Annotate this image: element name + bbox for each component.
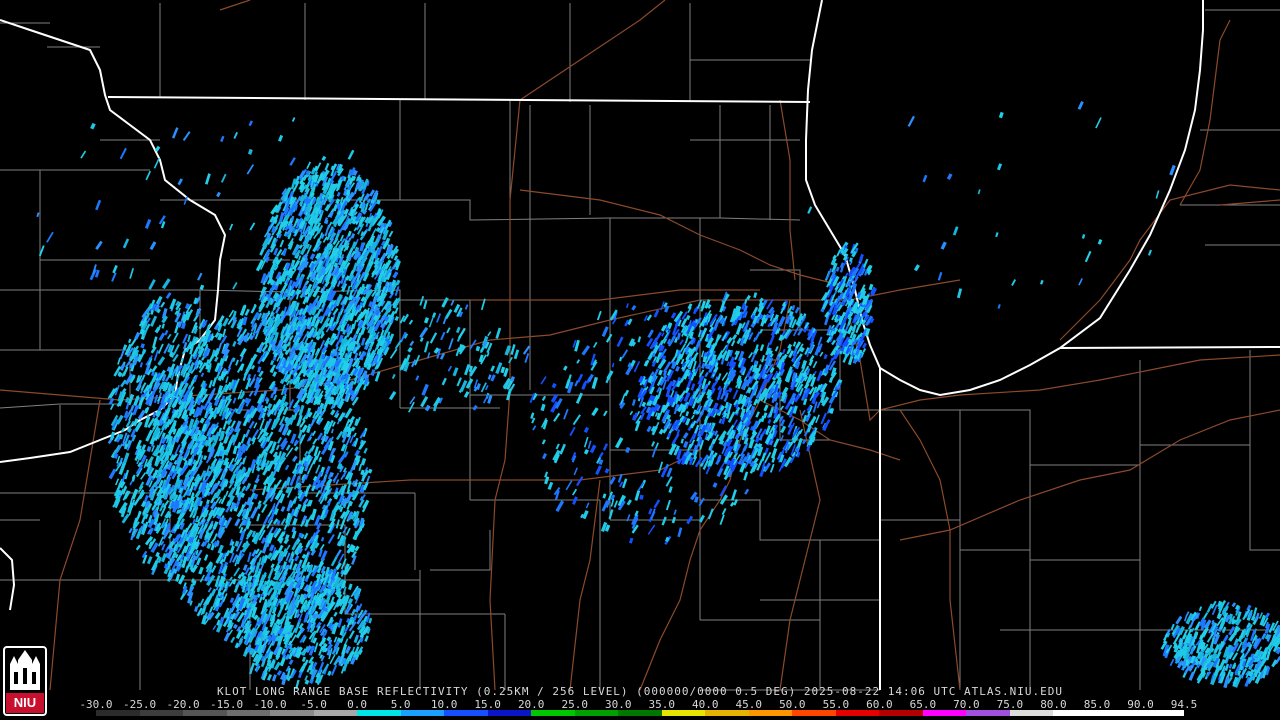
scale-swatch [618,710,662,716]
scale-swatch [1053,710,1097,716]
scale-swatch [400,710,445,716]
scale-swatch [1096,710,1141,716]
scale-swatch [1140,710,1184,716]
product-caption: KLOT LONG RANGE BASE REFLECTIVITY (0.25K… [216,685,1064,698]
scale-swatch [835,710,880,716]
scale-swatch [444,710,488,716]
scale-swatch [879,710,923,716]
scale-swatch [574,710,619,716]
scale-swatch [748,710,793,716]
niu-logo-text: NIU [13,695,37,710]
scale-swatch [966,710,1010,716]
scale-swatch [792,710,836,716]
scale-swatch [705,710,749,716]
scale-swatch [226,710,271,716]
radar-map [0,0,1280,716]
scale-swatch [96,710,140,716]
scale-swatch [1009,710,1054,716]
scale-swatch [313,710,358,716]
color-scale-labels: -30.0 -25.0 -20.0 -15.0 -10.0 -5.0 0.0 5.0 10.0 1… [79,698,1197,711]
color-scale-bar [96,710,1184,716]
scale-swatch [139,710,184,716]
radar-echoes [36,101,1280,690]
scale-swatch [922,710,967,716]
scale-swatch [531,710,575,716]
scale-swatch [357,710,401,716]
scale-swatch [270,710,314,716]
scale-swatch [487,710,532,716]
scale-swatch [661,710,706,716]
scale-swatch [183,710,227,716]
